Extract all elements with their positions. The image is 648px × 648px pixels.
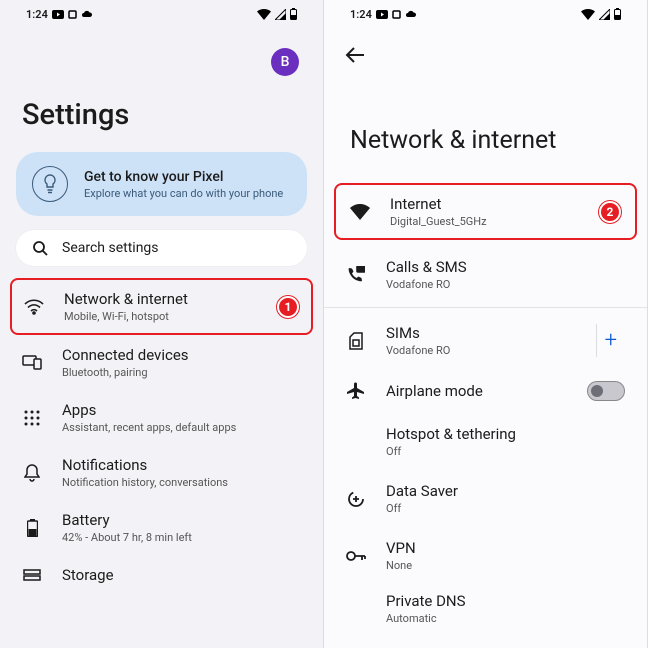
row-title: Internet [390, 195, 579, 213]
row-title: Private DNS [386, 592, 625, 610]
network-list: Internet Digital_Guest_5GHz 2 Calls & SM… [324, 183, 647, 648]
row-title: Airplane mode [386, 382, 567, 400]
row-airplane-mode[interactable]: Airplane mode [324, 369, 647, 413]
battery-icon [290, 8, 297, 20]
youtube-icon [376, 10, 388, 19]
youtube-icon [52, 10, 64, 19]
page-title: Settings [0, 76, 323, 152]
row-subtitle: Vodafone RO [386, 344, 568, 357]
status-square-icon [68, 10, 77, 19]
row-subtitle: Off [386, 502, 625, 515]
wifi-icon [581, 9, 595, 20]
row-battery[interactable]: Battery 42% - About 7 hr, 8 min left [0, 500, 323, 555]
apps-icon [22, 410, 42, 426]
cloud-icon [405, 10, 417, 19]
search-icon [32, 240, 48, 256]
row-storage[interactable]: Storage [0, 555, 323, 595]
row-internet[interactable]: Internet Digital_Guest_5GHz 2 [334, 183, 637, 240]
divider [324, 307, 647, 308]
signal-icon [599, 9, 610, 20]
row-title: Storage [62, 566, 301, 584]
annotation-badge-1: 1 [277, 296, 299, 318]
arrow-left-icon [345, 47, 365, 63]
row-sims[interactable]: SIMs Vodafone RO + [324, 312, 647, 369]
network-internet-screen: 1:24 Network & internet Internet Digital… [324, 0, 648, 648]
row-title: SIMs [386, 324, 568, 342]
cloud-icon [81, 10, 93, 19]
settings-screen: 1:24 B Settings Get to know your Pixel E… [0, 0, 324, 648]
row-notifications[interactable]: Notifications Notification history, conv… [0, 445, 323, 500]
battery-icon [22, 519, 42, 537]
row-title: Notifications [62, 456, 301, 474]
row-connected-devices[interactable]: Connected devices Bluetooth, pairing [0, 335, 323, 390]
airplane-icon [346, 382, 366, 400]
sim-icon [346, 332, 366, 350]
row-subtitle: Off [386, 445, 625, 458]
profile-avatar[interactable]: B [271, 48, 299, 76]
row-data-saver[interactable]: Data Saver Off [324, 470, 647, 527]
row-title: Apps [62, 401, 301, 419]
bulb-icon [32, 166, 68, 202]
data-saver-icon [346, 490, 366, 508]
wifi-icon [24, 299, 44, 315]
row-title: VPN [386, 539, 625, 557]
status-bar: 1:24 [324, 0, 647, 28]
row-subtitle: Vodafone RO [386, 278, 625, 291]
row-apps[interactable]: Apps Assistant, recent apps, default app… [0, 390, 323, 445]
storage-icon [22, 569, 42, 581]
status-bar: 1:24 [0, 0, 323, 28]
add-sim-button[interactable]: + [596, 324, 625, 357]
battery-icon [614, 8, 621, 20]
settings-list: Network & internet Mobile, Wi-Fi, hotspo… [0, 278, 323, 648]
airplane-toggle[interactable] [587, 381, 625, 401]
row-network-internet[interactable]: Network & internet Mobile, Wi-Fi, hotspo… [10, 278, 313, 335]
bell-icon [22, 464, 42, 482]
status-time: 1:24 [26, 8, 48, 21]
row-vpn[interactable]: VPN None [324, 527, 647, 584]
key-icon [346, 550, 366, 562]
wifi-filled-icon [350, 204, 370, 220]
row-subtitle: None [386, 559, 625, 572]
row-subtitle: Bluetooth, pairing [62, 366, 301, 379]
back-button[interactable] [342, 42, 368, 68]
row-subtitle: Automatic [386, 612, 625, 625]
pixel-tip-card[interactable]: Get to know your Pixel Explore what you … [16, 152, 307, 216]
row-subtitle: Mobile, Wi-Fi, hotspot [64, 310, 257, 323]
row-title: Connected devices [62, 346, 301, 364]
devices-icon [22, 355, 42, 370]
row-title: Calls & SMS [386, 258, 625, 276]
row-title: Network & internet [64, 290, 257, 308]
row-calls-sms[interactable]: Calls & SMS Vodafone RO [324, 246, 647, 303]
search-settings[interactable]: Search settings [16, 230, 307, 266]
row-private-dns[interactable]: Private DNS Automatic [324, 584, 647, 625]
wifi-icon [257, 9, 271, 20]
row-subtitle: Assistant, recent apps, default apps [62, 421, 301, 434]
row-subtitle: Digital_Guest_5GHz [390, 215, 579, 228]
row-title: Data Saver [386, 482, 625, 500]
signal-icon [275, 9, 286, 20]
status-square-icon [392, 10, 401, 19]
tip-subtitle: Explore what you can do with your phone [84, 187, 283, 200]
row-title: Battery [62, 511, 301, 529]
phone-chat-icon [346, 266, 366, 284]
tip-title: Get to know your Pixel [84, 169, 283, 185]
row-subtitle: Notification history, conversations [62, 476, 301, 489]
row-subtitle: 42% - About 7 hr, 8 min left [62, 531, 301, 544]
annotation-badge-2: 2 [599, 201, 621, 223]
page-title: Network & internet [324, 68, 647, 183]
search-placeholder: Search settings [62, 240, 159, 256]
row-hotspot[interactable]: Hotspot & tethering Off [324, 413, 647, 470]
row-title: Hotspot & tethering [386, 425, 625, 443]
status-time: 1:24 [350, 8, 372, 21]
